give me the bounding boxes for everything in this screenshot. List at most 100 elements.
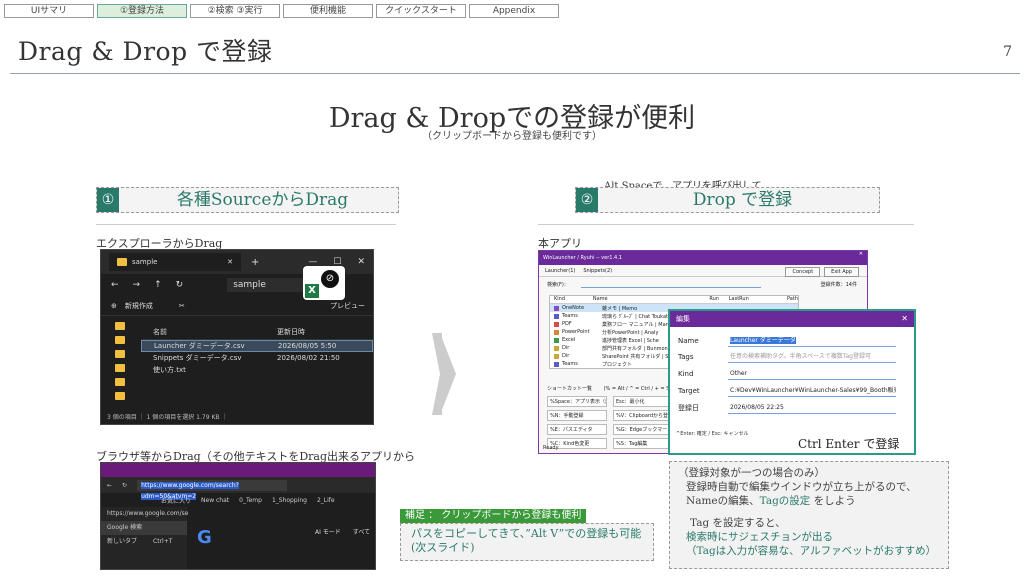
- new-tab-shortcut: Ctrl+T: [153, 538, 173, 545]
- kind-color-swatch: [554, 361, 559, 367]
- side-tab[interactable]: Google 検索: [101, 521, 187, 535]
- nav-tab-features[interactable]: 便利機能: [283, 4, 373, 18]
- name-label: Name: [678, 337, 699, 345]
- col-kind[interactable]: Kind: [554, 296, 593, 303]
- nav-tab-appendix[interactable]: Appendix: [469, 4, 559, 18]
- close-icon[interactable]: ✕: [901, 314, 908, 323]
- col-name[interactable]: 名前: [141, 327, 277, 337]
- close-window-icon[interactable]: ✕: [357, 257, 365, 267]
- bookmark-item[interactable]: 2_Life: [317, 497, 335, 504]
- file-list: 名前 更新日時 Launcher ダミーデータ.csv 2026/08/05 5…: [141, 324, 373, 376]
- target-field[interactable]: C:¥Dev¥WinLauncher¥WinLauncher-Sales¥99_…: [728, 385, 896, 397]
- row-kind: Teams: [562, 313, 578, 319]
- tab-launcher[interactable]: Launcher(1): [545, 268, 575, 274]
- step2-label: Drop で登録: [692, 190, 793, 210]
- search-input[interactable]: [581, 280, 761, 288]
- tab-snippets[interactable]: Snippets(2): [583, 268, 612, 274]
- col-date[interactable]: 更新日時: [277, 327, 367, 337]
- dialog-hint: ^Enter: 確定 / Esc: キャンセル: [676, 431, 749, 437]
- col-path[interactable]: Path: [787, 296, 798, 303]
- name-value: Launcher ダミーデータ: [730, 337, 796, 344]
- folder-icon[interactable]: [115, 364, 125, 372]
- supplement-box: パスをコピーしてきて、”Alt V”での登録も可能 (次スライド): [400, 523, 654, 561]
- url-field[interactable]: https://www.google.com/search?udm=50&atv…: [137, 479, 288, 500]
- file-row[interactable]: 使い方.txt: [141, 364, 373, 376]
- explorer-tab-label: sample: [132, 258, 158, 266]
- folder-icon[interactable]: [115, 322, 125, 330]
- new-tab-label: 新しいタブ: [107, 538, 138, 545]
- kind-color-swatch: [554, 345, 559, 351]
- bookmark-item[interactable]: 1_Shopping: [272, 497, 307, 504]
- browser-tab-panel: https://www.google.com/se Google 検索 新しいタ…: [101, 507, 188, 569]
- folder-icon[interactable]: [115, 378, 125, 386]
- file-row[interactable]: Launcher ダミーデータ.csv 2026/08/05 5:50: [141, 340, 373, 352]
- step1-label: 各種SourceからDrag: [176, 190, 349, 210]
- nav-tab-quickstart[interactable]: クイックスタート: [376, 4, 466, 18]
- bookmark-item[interactable]: お気に入り: [161, 496, 191, 505]
- row-kind: Excel: [562, 337, 576, 343]
- up-icon[interactable]: ↑: [154, 280, 162, 290]
- back-icon[interactable]: ←: [107, 482, 112, 489]
- date-field[interactable]: 2026/08/05 22:25: [728, 402, 896, 414]
- back-icon[interactable]: ←: [111, 280, 119, 290]
- shortcut-item: %E：パスエディタ: [547, 424, 607, 435]
- kind-color-swatch: [554, 329, 559, 335]
- preview-button[interactable]: プレビュー: [330, 301, 365, 311]
- new-tab-icon[interactable]: +: [251, 257, 259, 268]
- col-lastrun[interactable]: LastRun: [729, 296, 787, 303]
- forward-icon[interactable]: →: [133, 280, 141, 290]
- shortcut-item: %G：Edgeブックマーク: [613, 424, 673, 435]
- exit-app-button[interactable]: Exit App: [824, 267, 859, 277]
- file-name: Launcher ダミーデータ.csv: [154, 342, 245, 350]
- folder-icon[interactable]: [115, 336, 125, 344]
- explorer-screenshot: sample ✕ + — ☐ ✕ ← → ↑ ↻ sample ⊕ 新規作成 ✂…: [100, 249, 374, 425]
- file-name: Snippets ダミーデータ.csv: [153, 354, 242, 362]
- ai-mode-tabs[interactable]: AI モード すべて: [315, 527, 370, 536]
- folder-icon: [117, 258, 127, 266]
- cut-icon[interactable]: ✂: [179, 302, 185, 310]
- ctrl-enter-note: Ctrl Enter で登録: [798, 437, 900, 451]
- supplement-label: 補足 ： クリップボードから登録も便利: [400, 509, 587, 523]
- concept-button[interactable]: Concept: [785, 267, 821, 277]
- new-button[interactable]: 新規作成: [125, 301, 153, 311]
- name-field[interactable]: Launcher ダミーデータ: [728, 335, 896, 347]
- search-label: 検索(F)：: [547, 282, 569, 288]
- folder-icon[interactable]: [115, 350, 125, 358]
- page-number: 7: [1003, 44, 1012, 60]
- callout-line: Nameの編集、Tagの設定 をしよう: [678, 494, 948, 508]
- bookmark-item[interactable]: New chat: [201, 497, 229, 504]
- step1-banner: ① 各種SourceからDrag: [96, 187, 399, 213]
- slide-title: Drag & Drop で登録: [18, 37, 273, 66]
- col-name[interactable]: Name: [593, 296, 710, 303]
- refresh-icon[interactable]: ↻: [176, 280, 184, 290]
- step2-banner: ② Drop で登録: [575, 187, 880, 213]
- file-row[interactable]: Snippets ダミーデータ.csv 2026/08/02 21:50: [141, 352, 373, 364]
- row-kind: Dir: [562, 345, 570, 351]
- step2-underline: [538, 224, 914, 225]
- new-tab-item[interactable]: 新しいタブ Ctrl+T: [101, 535, 187, 549]
- row-kind: OneNote: [562, 305, 585, 311]
- close-icon[interactable]: ✕: [227, 258, 233, 266]
- close-icon[interactable]: ✕: [859, 251, 863, 257]
- shortcut-item: %Space：アプリ表示（遅灯：F7移動）: [547, 396, 607, 407]
- app-titlebar: WinLauncher / Ryuhi -- ver1.4.1: [539, 251, 867, 265]
- kind-color-swatch: [554, 353, 559, 359]
- kind-field[interactable]: Other: [728, 368, 896, 380]
- folder-icon[interactable]: [115, 392, 125, 400]
- step1-underline: [96, 224, 396, 225]
- nav-tab-search-run[interactable]: ②検索 ③実行: [190, 4, 280, 18]
- shortcut-title: ショートカット一覧: [547, 386, 593, 392]
- nav-tab-ui-summary[interactable]: UIサマリ: [4, 4, 94, 18]
- row-kind: Teams: [562, 361, 578, 367]
- name-row: Name Launcher ダミーデータ: [678, 335, 896, 347]
- callout-line: 登録時自動で編集ウインドウが立ち上がるので、: [686, 481, 917, 493]
- col-run[interactable]: Run: [709, 296, 728, 303]
- date-label: 登録日: [678, 404, 699, 412]
- title-divider: [10, 73, 1020, 74]
- refresh-icon[interactable]: ↻: [122, 482, 127, 489]
- nav-tab-registration[interactable]: ①登録方法: [97, 4, 187, 18]
- explorer-tab[interactable]: sample ✕: [109, 253, 241, 271]
- plus-icon: ⊕: [111, 301, 117, 310]
- tags-field[interactable]: 任意の検索補助タグ。半角スペースで複数Tag登録可: [728, 351, 896, 363]
- bookmark-item[interactable]: 0_Temp: [239, 497, 262, 504]
